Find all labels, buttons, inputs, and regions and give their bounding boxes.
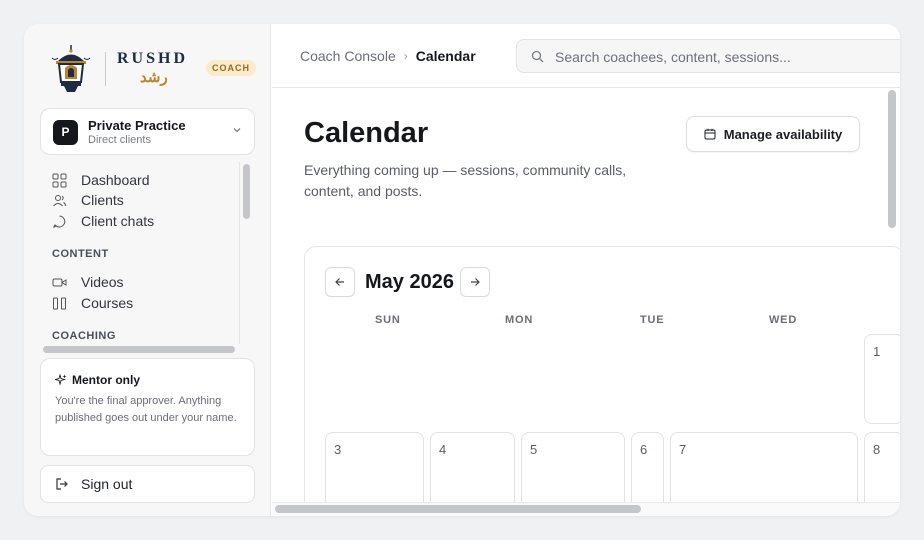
day-number: 1 [873, 344, 881, 359]
sidebar-vertical-scrollbar[interactable] [243, 164, 250, 219]
sign-out-button[interactable]: Sign out [40, 465, 255, 503]
day-number: 3 [334, 442, 342, 457]
brand-name: RUSHD [117, 50, 189, 67]
calendar-icon [704, 128, 716, 140]
main-content: Calendar Everything coming up — sessions… [272, 89, 900, 516]
practice-avatar: P [53, 120, 78, 145]
sparkle-icon [55, 374, 67, 386]
sidebar-item-client-chats[interactable]: Client chats [52, 211, 154, 231]
weekday-sun: SUN [375, 314, 401, 326]
breadcrumb-parent[interactable]: Coach Console [300, 48, 396, 64]
search-box[interactable] [516, 39, 900, 73]
practice-title: Private Practice [88, 118, 186, 133]
manage-availability-button[interactable]: Manage availability [686, 116, 860, 152]
chevron-right-icon: › [403, 49, 408, 63]
breadcrumb: Coach Console › Calendar [300, 48, 476, 64]
sidebar-item-label: Client chats [81, 213, 155, 229]
users-icon [53, 194, 66, 206]
main-vertical-scrollbar[interactable] [888, 90, 896, 228]
search-input[interactable] [555, 47, 895, 67]
arrow-right-icon [471, 278, 480, 286]
day-number: 5 [530, 442, 538, 457]
search-icon [531, 50, 544, 63]
sidebar: RUSHD رشد COACH P Private Practice Direc… [24, 24, 271, 516]
calendar-card: May 2026 SUN MON TUE WED 1 3 4 5 6 7 8 [304, 246, 900, 516]
chat-icon [53, 215, 66, 228]
sidebar-item-label: Clients [81, 192, 124, 208]
page-description: Everything coming up — sessions, communi… [304, 162, 627, 199]
weekday-tue: TUE [640, 314, 665, 326]
sidebar-item-label: Courses [81, 295, 134, 311]
chevron-down-icon [233, 128, 241, 133]
lantern-logo-icon [51, 45, 91, 92]
nav-section-content: CONTENT [52, 248, 109, 260]
brand-divider [105, 52, 106, 86]
breadcrumb-current: Calendar [415, 48, 476, 64]
day-number: 6 [640, 442, 648, 457]
mentor-only-card: Mentor only You're the final approver. A… [40, 358, 255, 456]
arrow-left-icon [335, 278, 344, 286]
brand: RUSHD رشد COACH [50, 42, 260, 102]
weekday-mon: MON [505, 314, 534, 326]
sidebar-item-dashboard[interactable]: Dashboard [52, 170, 150, 190]
calendar-day[interactable]: 1 [864, 334, 900, 424]
grid-icon [52, 173, 67, 187]
mentor-text: You're the final approver. Anything publ… [55, 395, 237, 424]
previous-month-button[interactable] [325, 267, 355, 297]
sidebar-item-clients[interactable]: Clients [52, 190, 124, 210]
sign-out-label: Sign out [81, 476, 133, 492]
video-icon [52, 278, 67, 286]
sidebar-item-label: Dashboard [81, 172, 150, 188]
weekday-wed: WED [769, 314, 798, 326]
practice-subtitle: Direct clients [88, 134, 151, 146]
next-month-button[interactable] [460, 267, 490, 297]
month-label: May 2026 [365, 271, 454, 293]
columns-icon [53, 297, 66, 309]
nav-section-coaching: COACHING [52, 330, 116, 342]
day-number: 8 [873, 442, 881, 457]
app-window: RUSHD رشد COACH P Private Practice Direc… [24, 24, 900, 516]
manage-availability-label: Manage availability [723, 126, 843, 142]
main-horizontal-scrollbar[interactable] [275, 505, 641, 513]
top-bar: Coach Console › Calendar [272, 24, 900, 88]
sidebar-item-label: Videos [81, 274, 124, 290]
brand-arabic-name: رشد [140, 68, 168, 86]
mentor-title-text: Mentor only [72, 373, 140, 387]
sidebar-item-videos[interactable]: Videos [52, 272, 124, 292]
day-number: 7 [679, 442, 687, 457]
sidebar-item-courses[interactable]: Courses [52, 293, 133, 313]
coach-badge: COACH [206, 60, 256, 76]
sidebar-horizontal-scrollbar[interactable] [43, 346, 235, 353]
sign-out-icon [56, 478, 68, 490]
sidebar-nav: Dashboard Clients Client chats CONTENT V… [40, 162, 240, 344]
day-number: 4 [439, 442, 447, 457]
practice-switcher[interactable]: P Private Practice Direct clients [40, 108, 255, 155]
mentor-title: Mentor only [55, 373, 140, 387]
page-title: Calendar [304, 117, 429, 149]
